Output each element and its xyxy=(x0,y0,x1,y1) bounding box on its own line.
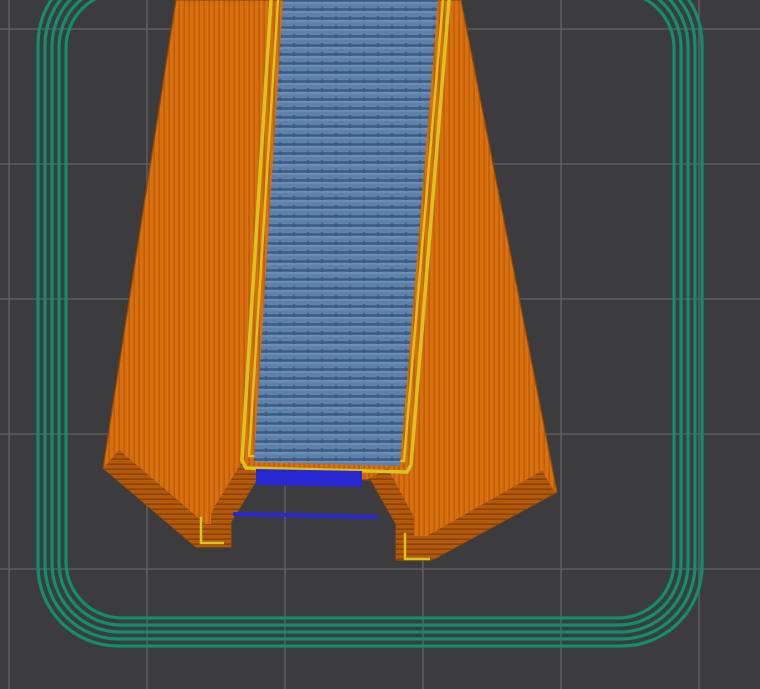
slicer-viewport-stage[interactable] xyxy=(0,0,760,689)
slicer-3d-viewport[interactable] xyxy=(0,0,760,689)
bridge-infill-bar xyxy=(256,469,362,487)
